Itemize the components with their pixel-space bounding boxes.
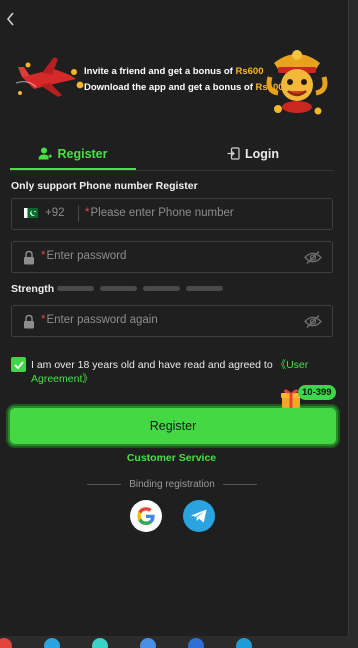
strength-bar-2 <box>100 286 137 291</box>
strength-bar-3 <box>143 286 180 291</box>
password-field[interactable]: * Enter password <box>11 241 333 273</box>
divider-line <box>87 483 122 485</box>
promo-banner[interactable]: Invite a friend and get a bonus of Rs600… <box>8 45 338 115</box>
banner-line-1: Invite a friend and get a bonus of <box>84 66 236 77</box>
window-edge <box>349 0 358 648</box>
lock-icon <box>24 314 34 329</box>
banner-line-2: Download the app and get a bonus of <box>84 82 256 93</box>
taskbar-app-icon[interactable] <box>236 638 252 648</box>
confirm-password-field[interactable]: * Enter password again <box>11 305 333 337</box>
airplane-icon <box>15 57 84 97</box>
telegram-icon <box>191 509 207 523</box>
back-button[interactable] <box>2 10 18 28</box>
tab-login[interactable]: Login <box>172 137 334 170</box>
customer-service-link[interactable]: Customer Service <box>0 452 343 464</box>
checkmark-icon <box>13 360 24 369</box>
field-divider <box>78 206 79 222</box>
strength-label: Strength <box>11 283 55 295</box>
bonus-amount-invite: Rs600 <box>235 66 264 77</box>
register-notice: Only support Phone number Register <box>11 180 198 192</box>
password-placeholder: Enter password <box>46 250 127 262</box>
google-login-button[interactable] <box>130 500 162 532</box>
strength-bar-4 <box>186 286 223 291</box>
auth-tabs: Register Login <box>10 137 334 171</box>
pakistan-flag-icon <box>24 208 38 218</box>
tab-register[interactable]: Register <box>10 137 136 170</box>
confirm-password-placeholder: Enter password again <box>46 314 158 326</box>
google-icon <box>137 507 155 525</box>
tab-login-label: Login <box>244 146 279 161</box>
taskbar-app-icon[interactable] <box>188 638 204 648</box>
lock-icon <box>24 250 34 265</box>
tab-register-label: Register <box>57 146 108 161</box>
chevron-left-icon <box>6 12 14 26</box>
eye-off-icon[interactable] <box>304 250 322 265</box>
bonus-range-badge: 10-399 <box>298 385 336 400</box>
telegram-login-button[interactable] <box>183 500 215 532</box>
active-tab-indicator <box>10 168 136 170</box>
country-code[interactable]: +92 <box>45 207 65 219</box>
agreement-text: I am over 18 years old and have read and… <box>31 358 331 386</box>
required-mark: * <box>41 250 46 262</box>
taskbar-app-icon[interactable] <box>140 638 156 648</box>
user-plus-icon <box>38 147 53 160</box>
binding-label: Binding registration <box>129 478 215 490</box>
divider-line <box>222 483 257 485</box>
taskbar <box>0 636 358 648</box>
required-mark: * <box>41 314 46 326</box>
banner-text: Invite a friend and get a bonus of Rs600… <box>84 64 284 96</box>
taskbar-app-icon[interactable] <box>0 638 12 648</box>
strength-bar-1 <box>57 286 94 291</box>
taskbar-app-icon[interactable] <box>44 638 60 648</box>
login-door-icon <box>227 147 240 160</box>
eye-off-icon[interactable] <box>304 314 322 329</box>
required-mark: * <box>85 207 90 219</box>
phone-field[interactable]: +92 * Please enter Phone number <box>11 198 333 230</box>
agreement-statement: I am over 18 years old and have read and… <box>31 359 276 371</box>
taskbar-app-icon[interactable] <box>92 638 108 648</box>
lucky-mascot-icon <box>266 50 328 115</box>
phone-placeholder: Please enter Phone number <box>90 207 234 219</box>
register-button[interactable]: Register <box>8 406 338 446</box>
binding-registration: Binding registration <box>84 477 260 491</box>
agreement-checkbox[interactable] <box>11 357 26 372</box>
